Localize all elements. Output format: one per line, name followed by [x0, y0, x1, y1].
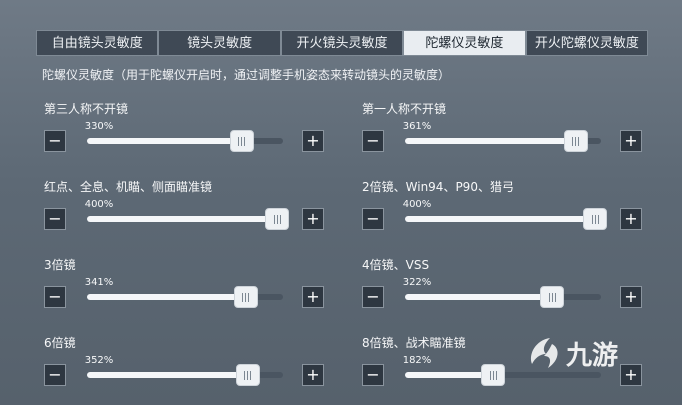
- slider-track[interactable]: [87, 364, 283, 386]
- slider-value: 330%: [84, 121, 114, 132]
- slider-thumb[interactable]: [583, 208, 608, 230]
- slider-2x-scope: 2倍镜、Win94、P90、猎弓 400% − +: [362, 178, 662, 238]
- slider-track[interactable]: [405, 208, 608, 230]
- tab-fire-gyroscope[interactable]: 开火陀螺仪灵敏度: [525, 30, 649, 56]
- slider-label: 6倍镜: [44, 336, 76, 350]
- slider-value: 352%: [84, 355, 114, 366]
- watermark-text: 九游: [565, 341, 618, 371]
- increase-button[interactable]: +: [302, 208, 324, 230]
- slider-label: 4倍镜、VSS: [362, 258, 430, 272]
- slider-fill: [87, 372, 248, 378]
- slider-value: 322%: [402, 277, 432, 288]
- slider-track[interactable]: [87, 286, 283, 308]
- tab-fire-camera[interactable]: 开火镜头灵敏度: [280, 30, 404, 56]
- slider-thumb[interactable]: [265, 208, 290, 230]
- slider-fill: [87, 138, 242, 144]
- slider-fill: [87, 216, 278, 222]
- slider-fill: [87, 294, 246, 300]
- slider-4x-scope: 4倍镜、VSS 322% − +: [362, 256, 662, 316]
- slider-red-dot-holo-scope: 红点、全息、机瞄、侧面瞄准镜 400% − +: [44, 178, 344, 238]
- slider-track[interactable]: [87, 208, 290, 230]
- slider-third-person-no-scope: 第三人称不开镜 330% − +: [44, 100, 344, 160]
- slider-value: 400%: [84, 199, 114, 210]
- tab-camera[interactable]: 镜头灵敏度: [158, 30, 281, 56]
- increase-button[interactable]: +: [620, 208, 642, 230]
- jiuyou-logo: 九游: [530, 338, 618, 371]
- slider-thumb[interactable]: [481, 364, 506, 386]
- slider-fill: [405, 294, 552, 300]
- slider-value: 341%: [84, 277, 114, 288]
- decrease-button[interactable]: −: [44, 130, 66, 152]
- decrease-button[interactable]: −: [362, 208, 384, 230]
- slider-value: 361%: [402, 121, 432, 132]
- slider-track[interactable]: [405, 286, 601, 308]
- slider-fill: [405, 216, 596, 222]
- slider-fill: [405, 138, 576, 144]
- slider-6x-scope: 6倍镜 352% − +: [44, 334, 344, 394]
- slider-value: 400%: [402, 199, 432, 210]
- slider-label: 第三人称不开镜: [44, 102, 129, 116]
- decrease-button[interactable]: −: [362, 364, 384, 386]
- slider-label: 8倍镜、战术瞄准镜: [362, 336, 466, 350]
- increase-button[interactable]: +: [302, 286, 324, 308]
- slider-thumb[interactable]: [229, 130, 254, 152]
- increase-button[interactable]: +: [620, 130, 642, 152]
- slider-fill: [405, 372, 494, 378]
- increase-button[interactable]: +: [302, 130, 324, 152]
- slider-track[interactable]: [405, 130, 601, 152]
- decrease-button[interactable]: −: [44, 208, 66, 230]
- slider-thumb[interactable]: [235, 364, 260, 386]
- tab-free-camera[interactable]: 自由镜头灵敏度: [36, 30, 159, 56]
- slider-thumb[interactable]: [563, 130, 588, 152]
- slider-thumb[interactable]: [540, 286, 564, 308]
- increase-button[interactable]: +: [620, 286, 642, 308]
- slider-label: 2倍镜、Win94、P90、猎弓: [362, 180, 514, 194]
- increase-button[interactable]: +: [302, 364, 324, 386]
- decrease-button[interactable]: −: [44, 286, 66, 308]
- swirl-logo-icon: [530, 338, 558, 368]
- slider-track[interactable]: [87, 130, 283, 152]
- slider-label: 第一人称不开镜: [362, 102, 447, 116]
- decrease-button[interactable]: −: [362, 130, 384, 152]
- slider-first-person-no-scope: 第一人称不开镜 361% − +: [362, 100, 662, 160]
- decrease-button[interactable]: −: [44, 364, 66, 386]
- decrease-button[interactable]: −: [362, 286, 384, 308]
- section-description: 陀螺仪灵敏度（用于陀螺仪开启时，通过调整手机姿态来转动镜头的灵敏度）: [42, 68, 451, 82]
- slider-label: 3倍镜: [44, 258, 76, 272]
- tab-gyroscope[interactable]: 陀螺仪灵敏度: [403, 30, 526, 56]
- slider-value: 182%: [402, 355, 432, 366]
- slider-3x-scope: 3倍镜 341% − +: [44, 256, 344, 316]
- slider-label: 红点、全息、机瞄、侧面瞄准镜: [44, 180, 213, 194]
- slider-thumb[interactable]: [233, 286, 258, 308]
- sensitivity-tabs: 自由镜头灵敏度 镜头灵敏度 开火镜头灵敏度 陀螺仪灵敏度 开火陀螺仪灵敏度: [36, 30, 649, 56]
